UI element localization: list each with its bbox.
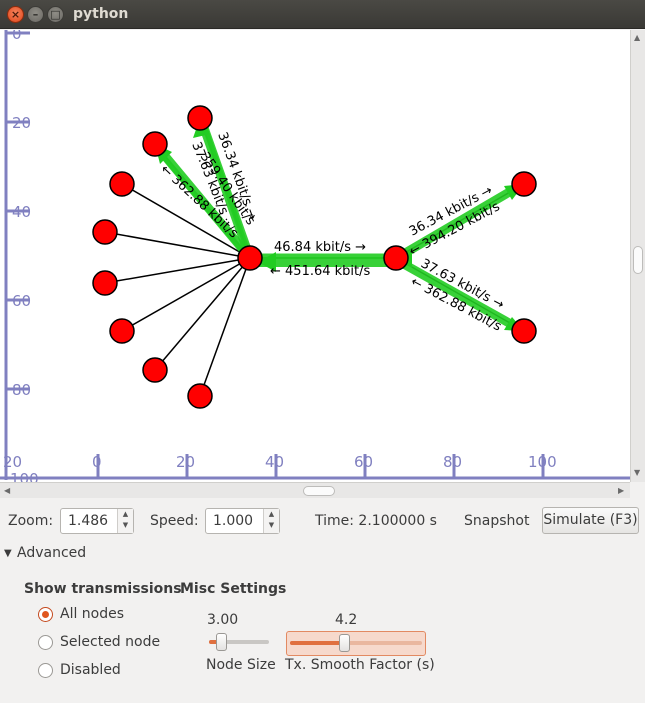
x-tick-label: 0 bbox=[92, 453, 102, 471]
radio-disabled[interactable] bbox=[38, 663, 53, 678]
node[interactable] bbox=[511, 171, 537, 197]
simulate-button[interactable]: Simulate (F3) bbox=[542, 507, 639, 534]
x-tick-label: 20 bbox=[176, 453, 195, 471]
link-label: ← 451.64 kbit/s bbox=[270, 264, 371, 279]
x-ticks: 20 0 20 40 60 80 100 bbox=[3, 453, 557, 478]
y-ticks: 0 20 40 60 80 100 bbox=[6, 30, 39, 482]
node[interactable] bbox=[109, 318, 135, 344]
node[interactable] bbox=[511, 318, 537, 344]
network-plot[interactable]: 0 20 40 60 80 100 20 0 20 40 60 80 100 3… bbox=[0, 30, 630, 482]
speed-value[interactable]: 1.000 bbox=[213, 513, 253, 529]
advanced-expander[interactable]: Advanced bbox=[17, 545, 86, 561]
scroll-corner bbox=[630, 482, 645, 498]
node[interactable] bbox=[142, 357, 168, 383]
smooth-factor-label: Tx. Smooth Factor (s) bbox=[285, 657, 435, 673]
chevron-up-icon[interactable]: ▲ bbox=[123, 510, 128, 518]
smooth-factor-slider-handle[interactable] bbox=[339, 634, 350, 652]
vertical-scroll-thumb[interactable] bbox=[633, 246, 643, 274]
vertical-scrollbar[interactable]: ▲ ▼ bbox=[630, 30, 645, 482]
link-label: 46.84 kbit/s → bbox=[274, 240, 366, 255]
speed-spinbox[interactable]: 1.000 ▲ ▼ bbox=[205, 508, 280, 534]
node[interactable] bbox=[187, 383, 213, 409]
node[interactable] bbox=[92, 270, 118, 296]
node[interactable] bbox=[92, 219, 118, 245]
chevron-down-icon[interactable]: ▼ bbox=[123, 521, 128, 529]
y-tick-label: 0 bbox=[12, 30, 22, 43]
node[interactable] bbox=[109, 171, 135, 197]
close-icon: × bbox=[10, 8, 21, 21]
horizontal-scroll-thumb[interactable] bbox=[303, 486, 335, 496]
radio-disabled-label[interactable]: Disabled bbox=[60, 662, 121, 678]
scroll-up-icon[interactable]: ▲ bbox=[634, 33, 640, 42]
y-tick-label: 80 bbox=[12, 381, 31, 399]
zoom-spinbox[interactable]: 1.486 ▲ ▼ bbox=[60, 508, 134, 534]
zoom-label: Zoom: bbox=[8, 513, 54, 529]
x-tick-label: 60 bbox=[354, 453, 373, 471]
node[interactable] bbox=[142, 131, 168, 157]
link bbox=[154, 257, 251, 371]
node[interactable] bbox=[187, 105, 213, 131]
window-title: python bbox=[73, 6, 129, 22]
zoom-value[interactable]: 1.486 bbox=[68, 513, 108, 529]
expander-arrow-icon[interactable]: ▼ bbox=[4, 548, 12, 559]
minimize-icon: – bbox=[32, 8, 39, 21]
y-tick-label: 100 bbox=[10, 470, 39, 482]
show-transmissions-title: Show transmissions bbox=[24, 581, 182, 597]
misc-settings-title: Misc Settings bbox=[180, 581, 287, 597]
zoom-stepper[interactable]: ▲ ▼ bbox=[117, 509, 133, 533]
transmission-arrow bbox=[395, 257, 523, 333]
y-tick-label: 60 bbox=[12, 292, 31, 310]
x-tick-label: 20 bbox=[3, 453, 22, 471]
x-tick-label: 80 bbox=[443, 453, 462, 471]
network-canvas[interactable]: 0 20 40 60 80 100 20 0 20 40 60 80 100 3… bbox=[0, 30, 630, 482]
y-tick-label: 40 bbox=[12, 203, 31, 221]
radio-all-nodes[interactable] bbox=[38, 607, 53, 622]
node-size-value: 3.00 bbox=[207, 612, 239, 628]
scroll-down-icon[interactable]: ▼ bbox=[634, 468, 640, 477]
radio-all-nodes-label[interactable]: All nodes bbox=[60, 606, 124, 622]
speed-stepper[interactable]: ▲ ▼ bbox=[263, 509, 279, 533]
radio-selected-node[interactable] bbox=[38, 635, 53, 650]
radio-selected-node-label[interactable]: Selected node bbox=[60, 634, 160, 650]
minimize-window-button[interactable]: – bbox=[27, 6, 44, 23]
hub-node[interactable] bbox=[383, 245, 409, 271]
time-display: Time: 2.100000 s bbox=[315, 513, 437, 529]
x-tick-label: 40 bbox=[265, 453, 284, 471]
smooth-factor-value: 4.2 bbox=[335, 612, 358, 628]
y-tick-label: 20 bbox=[12, 114, 31, 132]
chevron-up-icon[interactable]: ▲ bbox=[269, 510, 274, 518]
window-titlebar: × – □ python bbox=[0, 0, 645, 29]
node-size-slider-handle[interactable] bbox=[216, 633, 227, 651]
chevron-down-icon[interactable]: ▼ bbox=[269, 521, 274, 529]
speed-label: Speed: bbox=[150, 513, 199, 529]
smooth-factor-slider-fill bbox=[290, 641, 344, 645]
horizontal-scrollbar[interactable]: ◀ ▶ bbox=[0, 482, 630, 498]
link-labels: 36.34 kbit/s → 37.63 kbit/s 359.40 kbit/… bbox=[157, 130, 506, 334]
close-window-button[interactable]: × bbox=[7, 6, 24, 23]
node-size-label: Node Size bbox=[206, 657, 276, 673]
scroll-left-icon[interactable]: ◀ bbox=[4, 486, 10, 495]
maximize-window-button[interactable]: □ bbox=[47, 6, 64, 23]
snapshot-button[interactable]: Snapshot bbox=[464, 513, 529, 529]
link bbox=[199, 257, 251, 397]
scroll-right-icon[interactable]: ▶ bbox=[618, 486, 624, 495]
x-tick-label: 100 bbox=[528, 453, 557, 471]
maximize-icon: □ bbox=[50, 8, 61, 21]
hub-node[interactable] bbox=[237, 245, 263, 271]
